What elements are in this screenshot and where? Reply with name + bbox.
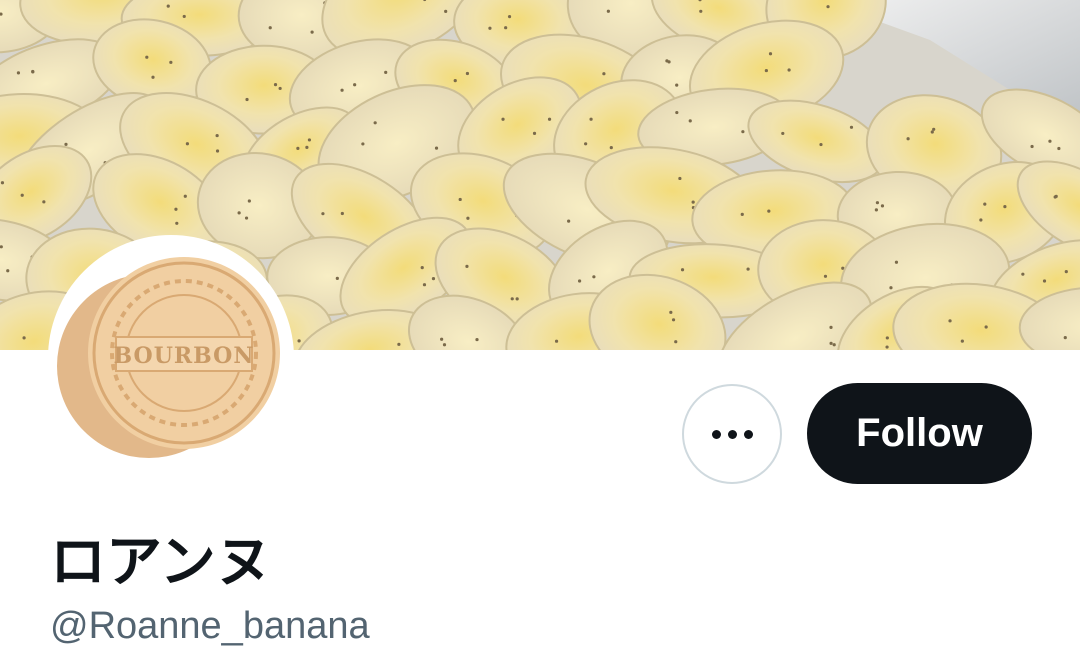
follow-button[interactable]: Follow: [807, 383, 1032, 484]
profile-handle: @Roanne_banana: [50, 605, 370, 647]
avatar-brand-text: BOURBON: [114, 343, 255, 369]
profile-avatar[interactable]: BOURBON: [48, 235, 294, 481]
profile-display-name: ロアンヌ: [50, 530, 272, 595]
ellipsis-icon: [708, 429, 756, 439]
more-options-button[interactable]: [682, 384, 782, 484]
